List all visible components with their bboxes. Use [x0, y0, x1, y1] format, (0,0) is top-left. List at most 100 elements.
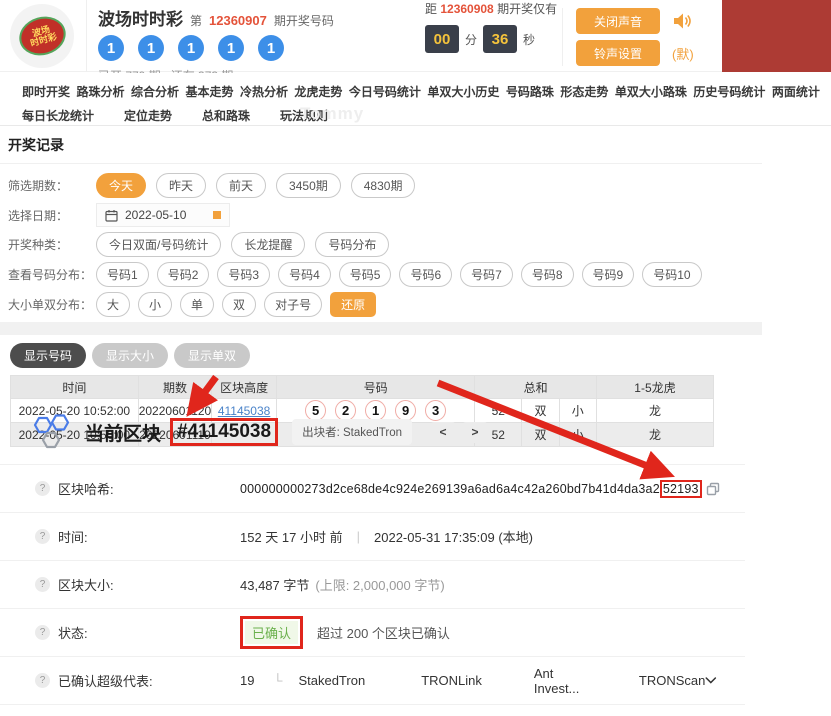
calendar-icon [105, 209, 118, 222]
help-icon[interactable]: ? [35, 529, 50, 544]
nav-item-odd-even-history[interactable]: 单双大小历史 [427, 83, 499, 100]
nav-item-number-bead[interactable]: 号码路珠 [506, 83, 554, 100]
period-chip-yesterday[interactable]: 昨天 [156, 173, 207, 198]
help-icon[interactable]: ? [35, 673, 50, 688]
col-issue: 期数 [137, 375, 213, 399]
sr-name[interactable]: TRONScan [639, 673, 705, 688]
date-picker[interactable]: 2022-05-10 [96, 203, 230, 227]
help-icon[interactable]: ? [35, 625, 50, 640]
number-chip-6[interactable]: 号码6 [399, 262, 453, 287]
sr-name[interactable]: TRONLink [421, 673, 482, 688]
block-size-value: 43,487 字节 [240, 578, 310, 593]
number-chip-2[interactable]: 号码2 [156, 262, 210, 287]
side-chip-big[interactable]: 大 [96, 292, 131, 317]
result-balls: 1 1 1 1 1 [98, 35, 334, 61]
side-chip-even[interactable]: 双 [222, 292, 257, 317]
nav-item-odd-even-bead[interactable]: 单双大小路珠 [615, 83, 687, 100]
number-chip-9[interactable]: 号码9 [581, 262, 635, 287]
lottery-logo: 波场 时时彩 [10, 4, 74, 68]
show-odd-even-button[interactable]: 显示单双 [174, 343, 251, 368]
filter-label: 开奖种类： [8, 238, 69, 252]
period-chip-today[interactable]: 今天 [96, 173, 147, 198]
detail-label: 时间: [58, 530, 88, 545]
tree-glyph: └ [273, 673, 283, 688]
issue-suffix: 期开奖号码 [273, 14, 334, 28]
copy-icon[interactable] [706, 482, 720, 496]
nav-item-dragon-tiger[interactable]: 龙虎走势 [294, 83, 342, 100]
result-ball: 1 [138, 35, 164, 61]
number-chip-5[interactable]: 号码5 [338, 262, 392, 287]
draw-records-section: 开奖记录 筛选期数： 今天 昨天 前天 3450期 4830期 选择日期： 20… [0, 126, 762, 447]
filter-label: 筛选期数： [8, 179, 69, 193]
number-chip-10[interactable]: 号码10 [642, 262, 702, 287]
default-mute-icon[interactable]: (默) [672, 44, 694, 63]
type-chip-streak-alert[interactable]: 长龙提醒 [231, 232, 306, 257]
block-hash-value: 000000000273d2ce68de4c924e269139a6ad6a4c… [240, 479, 702, 498]
time-absolute: 2022-05-31 17:35:09 (本地) [374, 530, 533, 545]
result-ball: 1 [258, 35, 284, 61]
status-annotation-box: 已确认 [240, 616, 304, 649]
speaker-icon[interactable] [672, 11, 692, 31]
detail-row-status: ? 状态: 已确认 超过 200 个区块已确认 [0, 608, 745, 656]
nav-item-position-trend[interactable]: 定位走势 [124, 107, 172, 124]
detail-label: 区块哈希: [58, 482, 114, 497]
nav-item-live-draw[interactable]: 即时开奖 [22, 83, 70, 100]
filter-period-row: 筛选期数： 今天 昨天 前天 3450期 4830期 [8, 173, 762, 198]
number-chip-3[interactable]: 号码3 [217, 262, 271, 287]
number-chip-1[interactable]: 号码1 [96, 262, 149, 287]
period-chip-3450[interactable]: 3450期 [276, 173, 341, 198]
date-value: 2022-05-10 [125, 208, 187, 222]
header-red-panel [722, 0, 831, 72]
side-chip-odd[interactable]: 单 [180, 292, 215, 317]
sr-name[interactable]: Ant Invest... [534, 666, 591, 696]
reset-button[interactable]: 还原 [330, 292, 377, 317]
show-big-small-button[interactable]: 显示大小 [92, 343, 169, 368]
nav-item-pattern-trend[interactable]: 形态走势 [560, 83, 608, 100]
header-divider [86, 0, 87, 72]
page: 波场 时时彩 波场时时彩 第 12360907 期开奖号码 1 1 1 1 1 … [0, 0, 831, 716]
number-chip-7[interactable]: 号码7 [460, 262, 513, 287]
col-dragon-tiger: 1-5龙虎 [595, 375, 715, 399]
type-chip-two-side-stats[interactable]: 今日双面/号码统计 [96, 232, 222, 257]
nav-row-2: 每日长龙统计 定位走势 总和路珠 玩法规则 [22, 107, 831, 124]
nav-item-hot-cold[interactable]: 冷热分析 [240, 83, 288, 100]
col-sum: 总和 [474, 375, 597, 399]
nav-item-history-number-stats[interactable]: 历史号码统计 [693, 83, 765, 100]
filter-label: 查看号码分布： [8, 268, 93, 282]
prev-block-button[interactable]: < [430, 421, 456, 443]
number-chip-4[interactable]: 号码4 [278, 262, 331, 287]
detail-row-super-representatives: ? 已确认超级代表: 19 └ StakedTron TRONLink Ant … [0, 656, 745, 704]
period-chip-day-before[interactable]: 前天 [216, 173, 267, 198]
nav-item-basic-trend[interactable]: 基本走势 [185, 83, 233, 100]
sr-name[interactable]: StakedTron [298, 673, 365, 688]
next-block-button[interactable]: > [462, 421, 488, 443]
help-icon[interactable]: ? [35, 481, 50, 496]
nav-item-daily-streak-stats[interactable]: 每日长龙统计 [22, 107, 94, 124]
side-chip-pair[interactable]: 对子号 [264, 292, 323, 317]
ring-settings-button[interactable]: 铃声设置 [576, 40, 660, 66]
nav-item-two-side-stats[interactable]: 两面统计 [772, 83, 820, 100]
nav-item-today-number-stats[interactable]: 今日号码统计 [349, 83, 421, 100]
countdown-seconds: 36 [483, 25, 518, 53]
detail-row-time: ? 时间: 152 天 17 小时 前 | 2022-05-31 17:35:0… [0, 512, 745, 560]
chevron-down-icon[interactable] [705, 676, 717, 685]
nav-item-bead-analysis[interactable]: 路珠分析 [76, 83, 124, 100]
side-chip-small[interactable]: 小 [138, 292, 173, 317]
nav-item-sum-bead[interactable]: 总和路珠 [202, 107, 250, 124]
period-chip-4830[interactable]: 4830期 [350, 173, 416, 198]
time-relative: 152 天 17 小时 前 [240, 530, 343, 545]
type-chip-number-distribution[interactable]: 号码分布 [315, 232, 390, 257]
display-mode-buttons: 显示号码 显示大小 显示单双 [10, 343, 762, 368]
nav-item-comprehensive[interactable]: 综合分析 [131, 83, 179, 100]
result-ball: 1 [218, 35, 244, 61]
current-block-section: 当前区块 #41145038 出块者: StakedTron < > ? 区块哈… [0, 412, 762, 705]
col-numbers: 号码 [275, 375, 476, 399]
number-chip-8[interactable]: 号码8 [520, 262, 574, 287]
status-note: 超过 200 个区块已确认 [317, 626, 450, 641]
show-numbers-button[interactable]: 显示号码 [10, 343, 87, 368]
help-icon[interactable]: ? [35, 577, 50, 592]
lottery-logo-badge: 波场 时时彩 [14, 11, 70, 61]
mute-sound-button[interactable]: 关闭声音 [576, 8, 660, 34]
hash-prefix: 000000000273d2ce68de4c924e269139a6ad6a4c… [240, 481, 660, 496]
current-block-number: #41145038 [170, 418, 279, 446]
